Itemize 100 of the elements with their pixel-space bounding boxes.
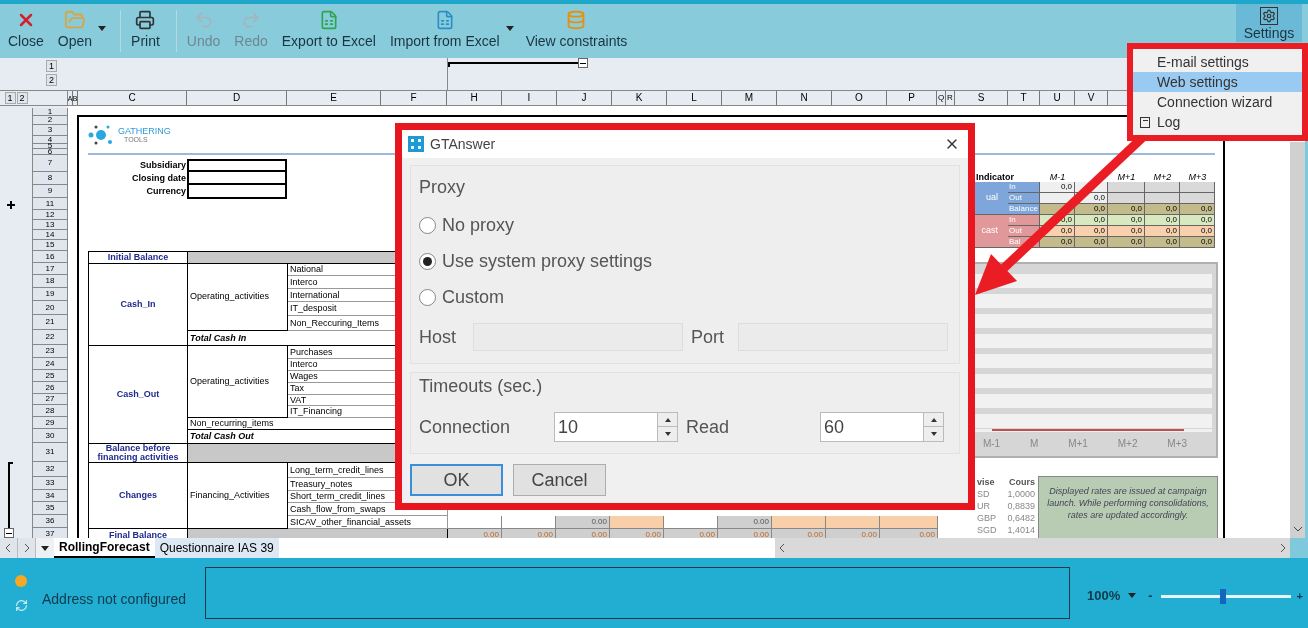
column-header: R [946, 91, 955, 105]
row-header: 14 [32, 230, 68, 240]
logo-text: GATHERING [118, 127, 171, 136]
axis-label: M+1 [1068, 437, 1088, 451]
row-header: 2 [32, 116, 68, 125]
value-cell: 0,0 [1108, 237, 1145, 248]
input-field[interactable] [187, 185, 287, 199]
outline-level-button[interactable]: 2 [16, 92, 28, 104]
menu-item[interactable]: Web settings [1133, 72, 1302, 92]
zoom-out-button[interactable]: - [1148, 586, 1153, 606]
horizontal-scrollbar[interactable] [775, 538, 1290, 558]
axis-label: M+3 [1167, 437, 1188, 451]
sheet-list-button[interactable] [36, 538, 54, 558]
toolbar-button[interactable]: Open [53, 4, 109, 56]
toolbar-button[interactable]: View constraints [521, 4, 632, 56]
menu-item[interactable]: E-mail settings [1133, 52, 1302, 72]
table-cell-text: 1,0000 [1006, 488, 1035, 500]
radio-button[interactable] [419, 288, 436, 306]
column-header: J [557, 91, 612, 105]
caret-icon[interactable] [1128, 592, 1137, 598]
value-cell [610, 516, 664, 529]
value-cell [1108, 193, 1145, 204]
row-header: 21 [32, 315, 68, 330]
menu-label: Connection wizard [1157, 92, 1273, 112]
collapse-button[interactable] [4, 528, 14, 538]
row-header: 27 [32, 394, 68, 405]
input-field[interactable] [187, 172, 287, 185]
value-cell: 0,0 [1075, 237, 1108, 248]
caret-icon[interactable] [41, 545, 49, 551]
chevron-down-icon [1293, 527, 1302, 532]
sub-label: Bal [1008, 237, 1040, 248]
scroll-tabs-button[interactable] [18, 538, 36, 558]
table-cell-text: 0,6482 [1006, 512, 1035, 524]
radio-button[interactable] [419, 216, 436, 234]
chevron-left-icon [780, 544, 785, 552]
row-header: 9 [32, 185, 68, 198]
row-header: 4 [32, 136, 68, 144]
chevron-right-icon [24, 544, 29, 552]
expand-button[interactable] [6, 199, 16, 211]
toolbar-button[interactable]: Export to Excel [277, 4, 380, 56]
vertical-scrollbar[interactable] [1290, 142, 1305, 538]
row-header: 23 [32, 345, 68, 358]
sheet-tab[interactable]: Questionnaire IAS 39 [154, 538, 279, 558]
value-cell [1180, 182, 1215, 193]
row-header: 19 [32, 288, 68, 301]
value-cell: 0,0 [1108, 215, 1145, 226]
number-field[interactable]: 10 [554, 412, 658, 442]
column-header: T [1008, 91, 1040, 105]
field-label: Currency [145, 185, 187, 198]
table-cell-text: 1,4014 [1006, 524, 1035, 536]
input-field[interactable] [187, 159, 287, 172]
column-header: Cours [1008, 476, 1035, 488]
row-header: 29 [32, 417, 68, 429]
period-header: M+3 [1188, 173, 1207, 182]
axis-label: M-1 [982, 437, 1001, 451]
outline-level-button[interactable]: 2 [46, 74, 57, 86]
up-triangle-icon [664, 417, 671, 422]
outline-level-button[interactable]: 1 [4, 92, 16, 104]
outline-level-button[interactable]: 1 [46, 60, 57, 72]
toolbar-button[interactable]: Close [4, 4, 48, 56]
sheet-tab[interactable]: RollingForecast [54, 538, 155, 558]
settings-button[interactable]: Settings [1236, 4, 1302, 42]
sub-label: Out [1008, 226, 1040, 237]
column-header: C [78, 91, 187, 105]
address-field[interactable] [205, 567, 1070, 619]
menu-item[interactable]: Log [1133, 112, 1302, 132]
collapse-button[interactable] [578, 58, 588, 68]
toolbar-button[interactable]: Print [127, 4, 164, 56]
zoom-slider[interactable] [1158, 588, 1293, 604]
row-header: 8 [32, 172, 68, 185]
column-header: M [722, 91, 777, 105]
value-cell [448, 516, 502, 529]
row-header: 26 [32, 382, 68, 394]
row-header: 34 [32, 490, 68, 502]
minus-icon [580, 62, 586, 64]
value-cell [1145, 182, 1180, 193]
scroll-tabs-button[interactable] [0, 538, 18, 558]
zoom-level: 100% [1087, 587, 1121, 606]
row-header: 20 [32, 301, 68, 315]
number-field[interactable]: 60 [820, 412, 924, 442]
log-icon [1140, 116, 1150, 128]
row-header: 22 [32, 330, 68, 345]
toolbar-button[interactable]: Import from Excel [385, 4, 516, 56]
column-header: V [1075, 91, 1108, 105]
dialog-button[interactable]: Cancel [513, 464, 606, 496]
menu-item[interactable]: Connection wizard [1133, 92, 1302, 112]
rates-note: Displayed rates are issued at campaign launch. While performing consolidations, rates are updated accordingly. [1038, 476, 1218, 538]
field-label: Port [691, 325, 725, 349]
radio-button[interactable] [419, 252, 436, 270]
zoom-in-button[interactable]: + [1296, 587, 1304, 605]
caret-icon[interactable] [505, 26, 514, 31]
slider-thumb[interactable] [1220, 588, 1226, 604]
row-heading: Cash_Out [89, 346, 188, 444]
printer-icon [135, 10, 156, 30]
table-cell-text: UR [977, 500, 991, 512]
column-header: S [955, 91, 1008, 105]
axis-label: M [1030, 437, 1039, 451]
sub-label: In [1008, 182, 1040, 193]
dialog-button[interactable]: OK [410, 464, 503, 496]
caret-icon[interactable] [98, 26, 107, 31]
